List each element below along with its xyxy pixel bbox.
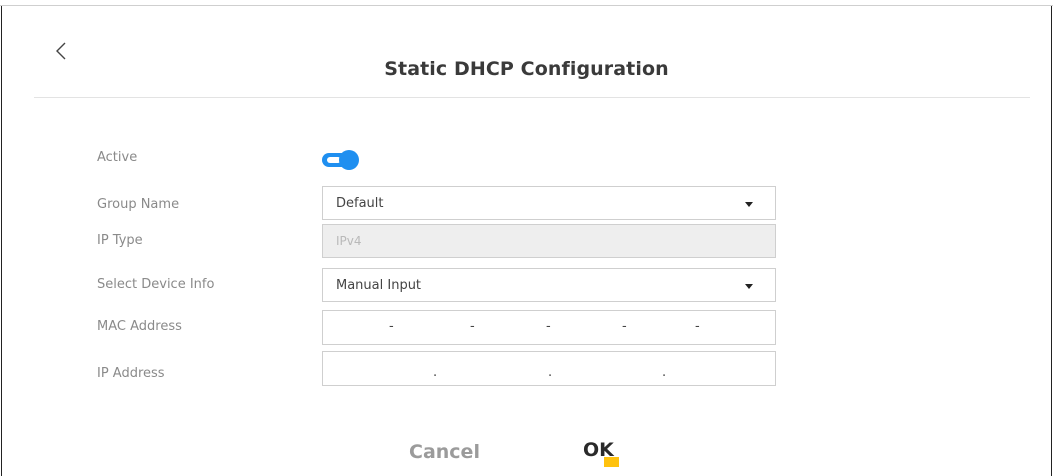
caret-down-icon <box>745 284 753 289</box>
ip-type-field: IPv4 <box>322 224 776 258</box>
toggle-knob <box>339 150 359 170</box>
select-device-info-value: Manual Input <box>336 278 422 293</box>
ip-separator: . <box>548 365 553 380</box>
ip-address-field[interactable]: . . . <box>322 351 776 386</box>
group-name-label: Group Name <box>97 197 180 212</box>
mac-separator: - <box>389 319 394 334</box>
mac-separator: - <box>695 319 700 334</box>
header-divider <box>34 97 1030 98</box>
mac-separator: - <box>470 319 475 334</box>
select-device-info-select[interactable]: Manual Input <box>322 268 776 302</box>
active-label: Active <box>97 150 138 165</box>
active-toggle[interactable] <box>322 150 364 170</box>
ip-separator: . <box>433 365 438 380</box>
group-name-select[interactable]: Default <box>322 186 776 220</box>
ip-address-label: IP Address <box>97 366 165 381</box>
ip-separator: . <box>662 365 667 380</box>
mac-separator: - <box>546 319 551 334</box>
caret-down-icon <box>745 202 753 207</box>
group-name-value: Default <box>336 196 384 211</box>
ip-type-label: IP Type <box>97 233 143 248</box>
select-device-info-label: Select Device Info <box>97 277 215 292</box>
cancel-button[interactable]: Cancel <box>409 441 480 463</box>
ip-type-value: IPv4 <box>336 234 362 248</box>
mac-address-label: MAC Address <box>97 319 182 334</box>
mac-address-field[interactable]: - - - - - <box>322 310 776 345</box>
mac-separator: - <box>622 319 627 334</box>
page-title: Static DHCP Configuration <box>384 58 669 80</box>
ok-button[interactable]: OK <box>583 439 614 461</box>
